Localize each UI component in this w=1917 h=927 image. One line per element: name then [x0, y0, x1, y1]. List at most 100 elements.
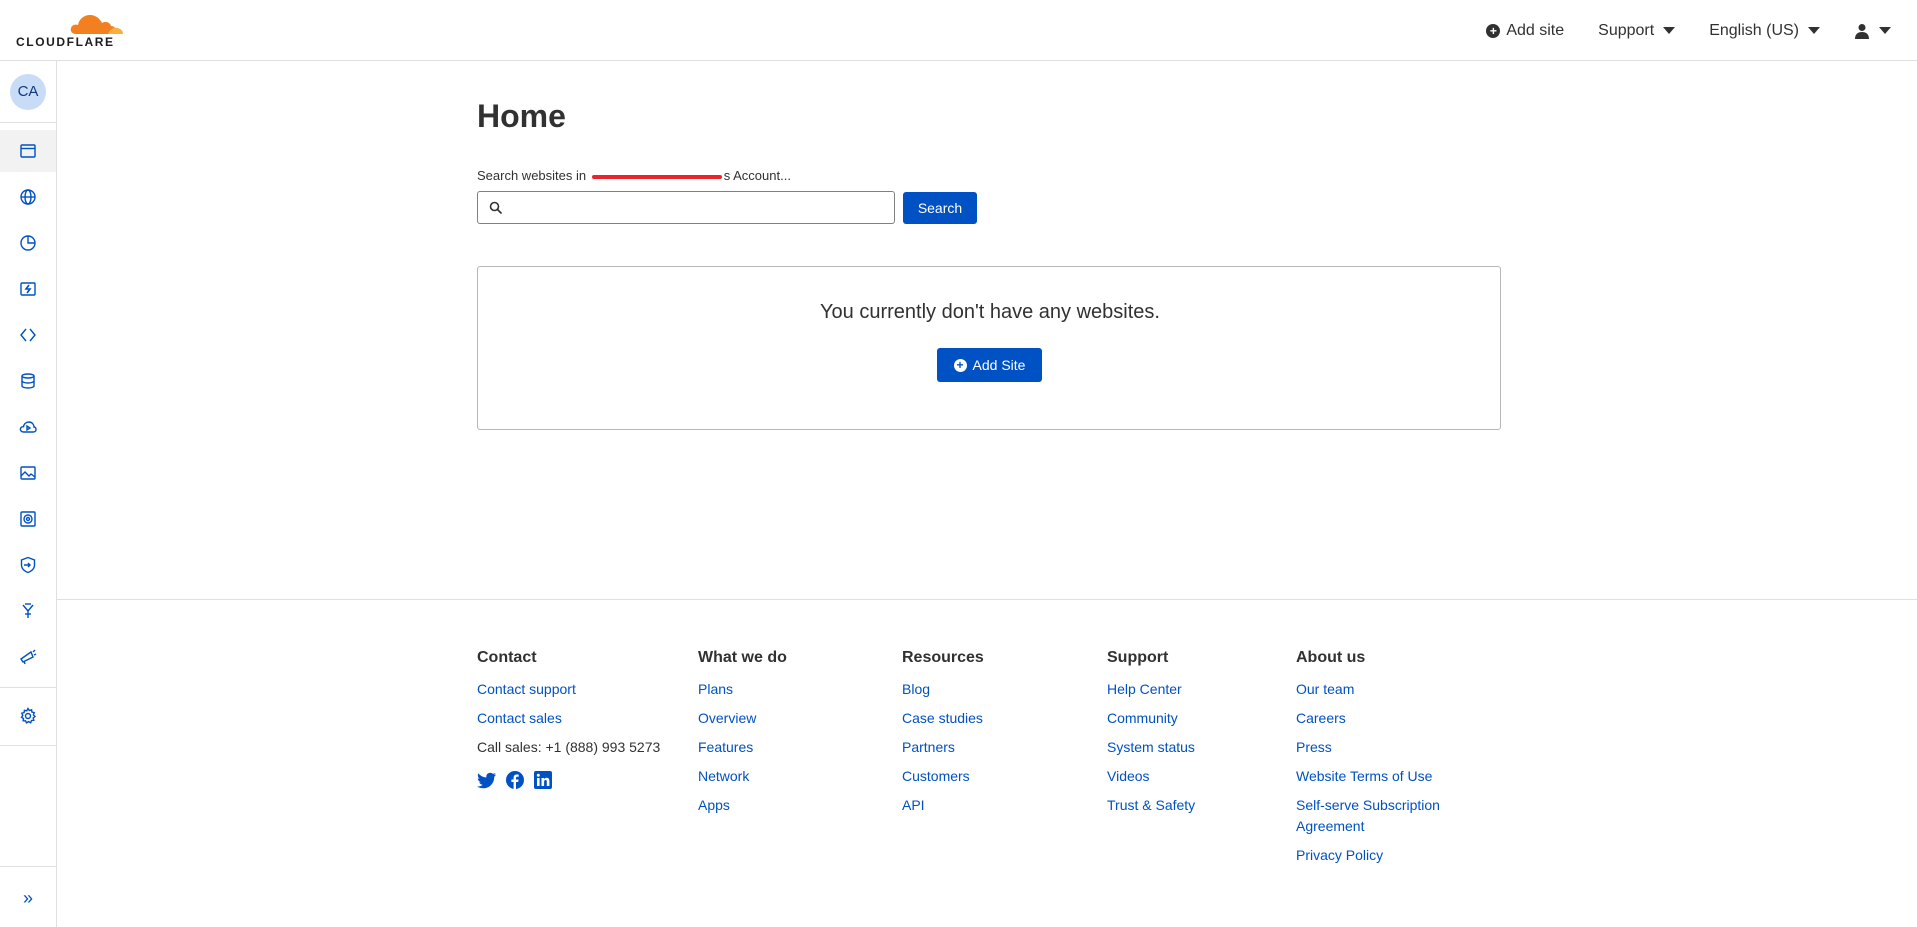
globe-icon: [20, 189, 36, 205]
double-chevron-right-icon: »: [22, 887, 33, 908]
sidebar-divider: [0, 122, 56, 123]
footer-heading: What we do: [698, 649, 787, 666]
sidebar-divider: [0, 687, 56, 688]
search-icon: [489, 201, 503, 215]
add-site-button-label: Add Site: [972, 357, 1026, 373]
caret-down-icon: [1879, 27, 1891, 34]
pages-icon: [20, 328, 36, 342]
footer-heading: About us: [1296, 649, 1366, 666]
empty-message: You currently don't have any websites.: [820, 301, 1160, 323]
sidebar: CA »: [0, 61, 57, 927]
footer-what-we-do: What we do Plans Overview Features Netwo…: [698, 649, 787, 820]
sidebar-divider: [0, 866, 56, 867]
caret-down-icon: [1808, 27, 1820, 34]
footer-link-terms[interactable]: Website Terms of Use: [1296, 762, 1466, 791]
footer-link-network[interactable]: Network: [698, 762, 787, 791]
footer-heading: Support: [1107, 649, 1169, 666]
footer-link-partners[interactable]: Partners: [902, 733, 984, 762]
sidebar-expand-button[interactable]: »: [0, 876, 56, 920]
sidebar-item-websites[interactable]: [0, 130, 56, 172]
footer-link-features[interactable]: Features: [698, 733, 787, 762]
search-button[interactable]: Search: [903, 192, 977, 224]
search-input[interactable]: [512, 192, 882, 223]
sidebar-item-workers[interactable]: [0, 268, 56, 310]
sidebar-item-stream[interactable]: [0, 406, 56, 448]
footer-link-help-center[interactable]: Help Center: [1107, 675, 1195, 704]
notifications-icon: [20, 649, 37, 665]
linkedin-icon[interactable]: [533, 770, 553, 790]
workers-icon: [20, 282, 36, 296]
footer-about: About us Our team Careers Press Website …: [1296, 649, 1466, 870]
footer-link-customers[interactable]: Customers: [902, 762, 984, 791]
support-label: Support: [1598, 21, 1655, 39]
sidebar-item-domains[interactable]: [0, 176, 56, 218]
sidebar-divider: [0, 745, 56, 746]
redaction-mark: [591, 174, 722, 179]
footer-link-blog[interactable]: Blog: [902, 675, 984, 704]
social-links: [477, 770, 660, 790]
sales-phone: Call sales: +1 (888) 993 5273: [477, 739, 661, 755]
footer-contact: Contact Contact support Contact sales Ca…: [477, 649, 660, 790]
footer-link-apps[interactable]: Apps: [698, 791, 787, 820]
security-center-icon: [20, 511, 36, 527]
zero-trust-icon: [20, 556, 36, 574]
footer-link-press[interactable]: Press: [1296, 733, 1466, 762]
footer-heading: Contact: [477, 649, 537, 666]
logo-text: CLOUDFLARE: [16, 35, 115, 49]
footer-link-trust-safety[interactable]: Trust & Safety: [1107, 791, 1195, 820]
footer-link-case-studies[interactable]: Case studies: [902, 704, 984, 733]
footer-link-subscription-agreement[interactable]: Self-serve Subscription Agreement: [1296, 791, 1466, 841]
search-field[interactable]: [477, 191, 895, 224]
footer-link-overview[interactable]: Overview: [698, 704, 787, 733]
twitter-icon[interactable]: [477, 770, 497, 790]
sidebar-item-analytics[interactable]: [0, 222, 56, 264]
images-icon: [20, 466, 36, 480]
support-menu[interactable]: Support: [1598, 21, 1676, 40]
sidebar-item-pages[interactable]: [0, 314, 56, 356]
search-label: Search websites in s Account...: [477, 168, 791, 183]
sidebar-item-images[interactable]: [0, 452, 56, 494]
sidebar-item-security-center[interactable]: [0, 498, 56, 540]
sidebar-item-notifications[interactable]: [0, 636, 56, 678]
sidebar-item-zero-trust[interactable]: [0, 544, 56, 586]
footer-link-our-team[interactable]: Our team: [1296, 675, 1466, 704]
settings-icon: [20, 707, 37, 724]
footer-link-videos[interactable]: Videos: [1107, 762, 1195, 791]
footer-heading: Resources: [902, 649, 984, 666]
facebook-icon[interactable]: [505, 770, 525, 790]
user-menu[interactable]: [1854, 23, 1891, 39]
footer-link-plans[interactable]: Plans: [698, 675, 787, 704]
footer-link-contact-sales[interactable]: Contact sales: [477, 704, 660, 733]
footer-divider: [57, 599, 1917, 600]
sidebar-item-logs[interactable]: [0, 590, 56, 632]
storage-icon: [21, 373, 35, 389]
caret-down-icon: [1663, 27, 1676, 34]
add-site-button[interactable]: + Add Site: [937, 348, 1042, 382]
footer-link-careers[interactable]: Careers: [1296, 704, 1466, 733]
footer-resources: Resources Blog Case studies Partners Cus…: [902, 649, 984, 820]
language-menu[interactable]: English (US): [1709, 22, 1820, 40]
footer-link-privacy-policy[interactable]: Privacy Policy: [1296, 841, 1466, 870]
footer-link-system-status[interactable]: System status: [1107, 733, 1195, 762]
top-bar: CLOUDFLARE + Add site Support English (U…: [0, 0, 1917, 61]
user-icon: [1855, 23, 1869, 39]
cloudflare-logo[interactable]: CLOUDFLARE: [16, 10, 126, 50]
add-site-label: Add site: [1506, 21, 1565, 39]
plus-circle-icon: +: [953, 358, 967, 372]
sidebar-item-storage[interactable]: [0, 360, 56, 402]
footer-support: Support Help Center Community System sta…: [1107, 649, 1195, 820]
page-title: Home: [477, 98, 566, 134]
sidebar-item-settings[interactable]: [0, 695, 56, 737]
footer-link-contact-support[interactable]: Contact support: [477, 675, 660, 704]
plus-circle-icon: +: [1486, 23, 1501, 38]
websites-icon: [20, 144, 36, 158]
logs-icon: [22, 603, 34, 618]
cloud-logo-icon: [70, 15, 123, 34]
account-avatar[interactable]: CA: [10, 74, 46, 110]
analytics-icon: [20, 235, 36, 251]
add-site-link[interactable]: + Add site: [1486, 22, 1564, 40]
footer-link-api[interactable]: API: [902, 791, 984, 820]
stream-icon: [19, 421, 37, 433]
footer-link-community[interactable]: Community: [1107, 704, 1195, 733]
language-label: English (US): [1709, 21, 1799, 39]
